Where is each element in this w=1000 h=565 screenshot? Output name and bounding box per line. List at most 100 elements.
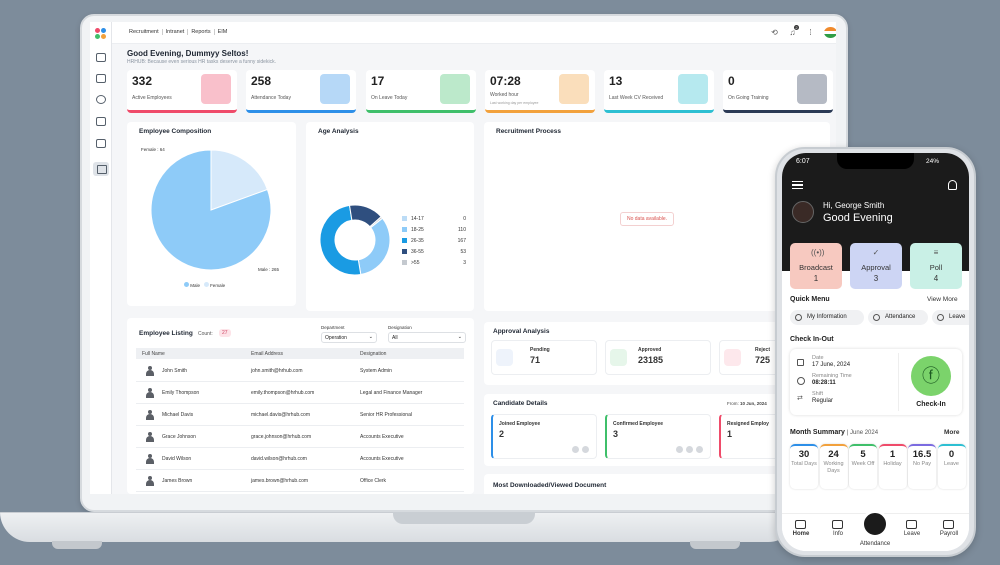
nav-reports[interactable]: Reports — [188, 29, 215, 35]
female-count-label: Female : 64 — [141, 147, 165, 152]
apps-icon[interactable]: ⁞ — [806, 28, 815, 37]
fingerprint-fab[interactable] — [861, 510, 889, 538]
approval-pending-card[interactable]: Pending 71 — [491, 340, 597, 375]
employee-email: michael.davis@hrhub.com — [251, 412, 310, 418]
check-in-out-title: Check In-Out — [790, 336, 834, 343]
summary-card[interactable]: 16.5 No Pay — [908, 444, 936, 489]
confirmed-employee-card[interactable]: Confirmed Employee 3 — [605, 414, 711, 459]
nav-eim[interactable]: EIM — [215, 29, 231, 35]
more-link[interactable]: More — [944, 429, 960, 436]
table-header: Full Name Email Address Designation — [136, 348, 464, 359]
department-value: Operation — [325, 335, 347, 341]
view-more-link[interactable]: View More — [927, 296, 958, 303]
nav-home[interactable]: Home — [783, 531, 819, 537]
nav-payroll[interactable]: Payroll — [931, 531, 967, 537]
chip-my-information[interactable]: My Information — [790, 310, 864, 325]
tile-value: 4 — [933, 274, 939, 283]
poll-tile[interactable]: ≡ Poll 4 — [910, 243, 962, 289]
designation-value: All — [392, 335, 398, 341]
nav-attendance[interactable]: Attendance — [857, 541, 893, 547]
age-legend-row: >55 3 — [402, 260, 466, 266]
checklist-icon[interactable] — [96, 139, 106, 148]
from-date[interactable]: From: 10 Jun, 2024 — [727, 401, 767, 406]
table-row[interactable]: Grace Johnson grace.johnson@hrhub.com Acco… — [136, 426, 464, 448]
summary-card[interactable]: 30 Total Days — [790, 444, 818, 489]
employee-name: James Brown — [162, 478, 193, 484]
chart-icon[interactable] — [96, 117, 106, 126]
chip-label: Attendance — [885, 314, 916, 320]
avatar[interactable] — [792, 201, 814, 223]
panel-title: Most Downloaded/Viewed Document — [493, 482, 607, 489]
grid-icon[interactable] — [96, 53, 106, 62]
card-label: Pending — [530, 347, 550, 353]
avatar-group — [675, 445, 704, 454]
joined-employee-card[interactable]: Joined Employee 2 — [491, 414, 597, 459]
stat-illustration — [559, 74, 589, 104]
india-flag-icon[interactable] — [824, 27, 836, 38]
table-row[interactable]: Michael Davis michael.davis@hrhub.com Seni… — [136, 404, 464, 426]
approval-tile[interactable]: ✓ Approval 3 — [850, 243, 902, 289]
donut-slice-1825[interactable] — [357, 217, 391, 276]
bell-icon[interactable] — [948, 180, 957, 190]
table-row[interactable]: John Smith john.smith@hrhub.com System Adm… — [136, 360, 464, 382]
summary-card[interactable]: 1 Holiday — [878, 444, 907, 489]
designation-select[interactable]: All ⌄ — [388, 332, 466, 343]
check-in-card: Date 17 June, 2024 Remaining Time 08:28:… — [790, 349, 962, 415]
summary-card[interactable]: 5 Week Off — [849, 444, 877, 489]
id-card-icon[interactable] — [96, 74, 106, 83]
broadcast-tile[interactable]: ((•)) Broadcast 1 — [790, 243, 842, 289]
menu-icon[interactable] — [792, 181, 803, 189]
notification-badge: 2 — [794, 25, 799, 30]
no-data-message: No data available. — [620, 212, 675, 226]
nav-info[interactable]: Info — [820, 531, 856, 537]
summary-card[interactable]: 0 Leave — [937, 444, 966, 489]
card-value: 3 — [613, 429, 619, 439]
settings-icon[interactable] — [93, 162, 109, 176]
chip-leave[interactable]: Leave — [932, 310, 969, 325]
summary-value: 24 — [828, 449, 839, 460]
age-legend-row: 18-25 110 — [402, 227, 466, 233]
approval-approved-card[interactable]: Approved 23185 — [605, 340, 711, 375]
stat-illustration — [678, 74, 708, 104]
table-row[interactable]: David Wilson david.wilson@hrhub.com Accoun… — [136, 448, 464, 470]
user-icon — [795, 314, 802, 321]
stat-card-cv-received[interactable]: 13 Last Week CV Received — [604, 70, 714, 113]
age-legend-row: 36-55 53 — [402, 249, 466, 255]
leave-icon — [937, 314, 944, 321]
table-row[interactable]: Emily Thompson emily.thompson@hrhub.com Le… — [136, 382, 464, 404]
sync-icon[interactable]: ⟲ — [770, 28, 779, 37]
employee-email: david.wilson@hrhub.com — [251, 456, 307, 462]
stat-card-on-leave[interactable]: 17 On Leave Today — [366, 70, 476, 113]
stat-card-active-employees[interactable]: 332 Active Employees — [127, 70, 237, 113]
stat-illustration — [320, 74, 350, 104]
info-icon — [832, 520, 843, 529]
department-select[interactable]: Operation ⌄ — [321, 332, 377, 343]
age-analysis-panel: Age Analysis 14-17 0 18-25 110 26-35 167 36-55… — [306, 122, 474, 311]
age-value: 53 — [460, 249, 466, 255]
chip-attendance[interactable]: Attendance — [868, 310, 928, 325]
quick-menu-title: Quick Menu — [790, 296, 830, 303]
panel-title: Recruitment Process — [496, 128, 562, 135]
stat-card-training[interactable]: 0 On Going Training — [723, 70, 833, 113]
stat-value: 13 — [609, 74, 623, 88]
card-value: 2 — [499, 429, 505, 439]
nav-intranet[interactable]: Intranet — [163, 29, 189, 35]
summary-card[interactable]: 24 Working Days — [819, 444, 848, 489]
legend-male: Male — [190, 283, 201, 288]
stat-card-worked-hour[interactable]: 07:28 Worked hour Last working day per e… — [485, 70, 595, 113]
age-value: 3 — [463, 260, 466, 266]
app-logo[interactable] — [95, 28, 107, 40]
summary-label: Total Days — [791, 461, 817, 467]
clock-icon[interactable] — [96, 95, 106, 104]
table-row[interactable]: James Brown james.brown@hrhub.com Office C… — [136, 470, 464, 492]
designation-label: Designation — [388, 325, 412, 330]
employee-email: john.smith@hrhub.com — [251, 368, 303, 374]
reject-icon — [724, 349, 741, 366]
fingerprint-icon[interactable]: ⓕ — [911, 356, 951, 396]
check-in-button[interactable]: Check-In — [902, 401, 960, 408]
male-count-label: Male : 265 — [258, 267, 280, 272]
stat-card-attendance[interactable]: 258 Attendance Today — [246, 70, 356, 113]
nav-leave[interactable]: Leave — [894, 531, 930, 537]
nav-recruitment[interactable]: Recruitment — [126, 29, 163, 35]
stat-sublabel: Last working day per employee — [490, 101, 539, 105]
